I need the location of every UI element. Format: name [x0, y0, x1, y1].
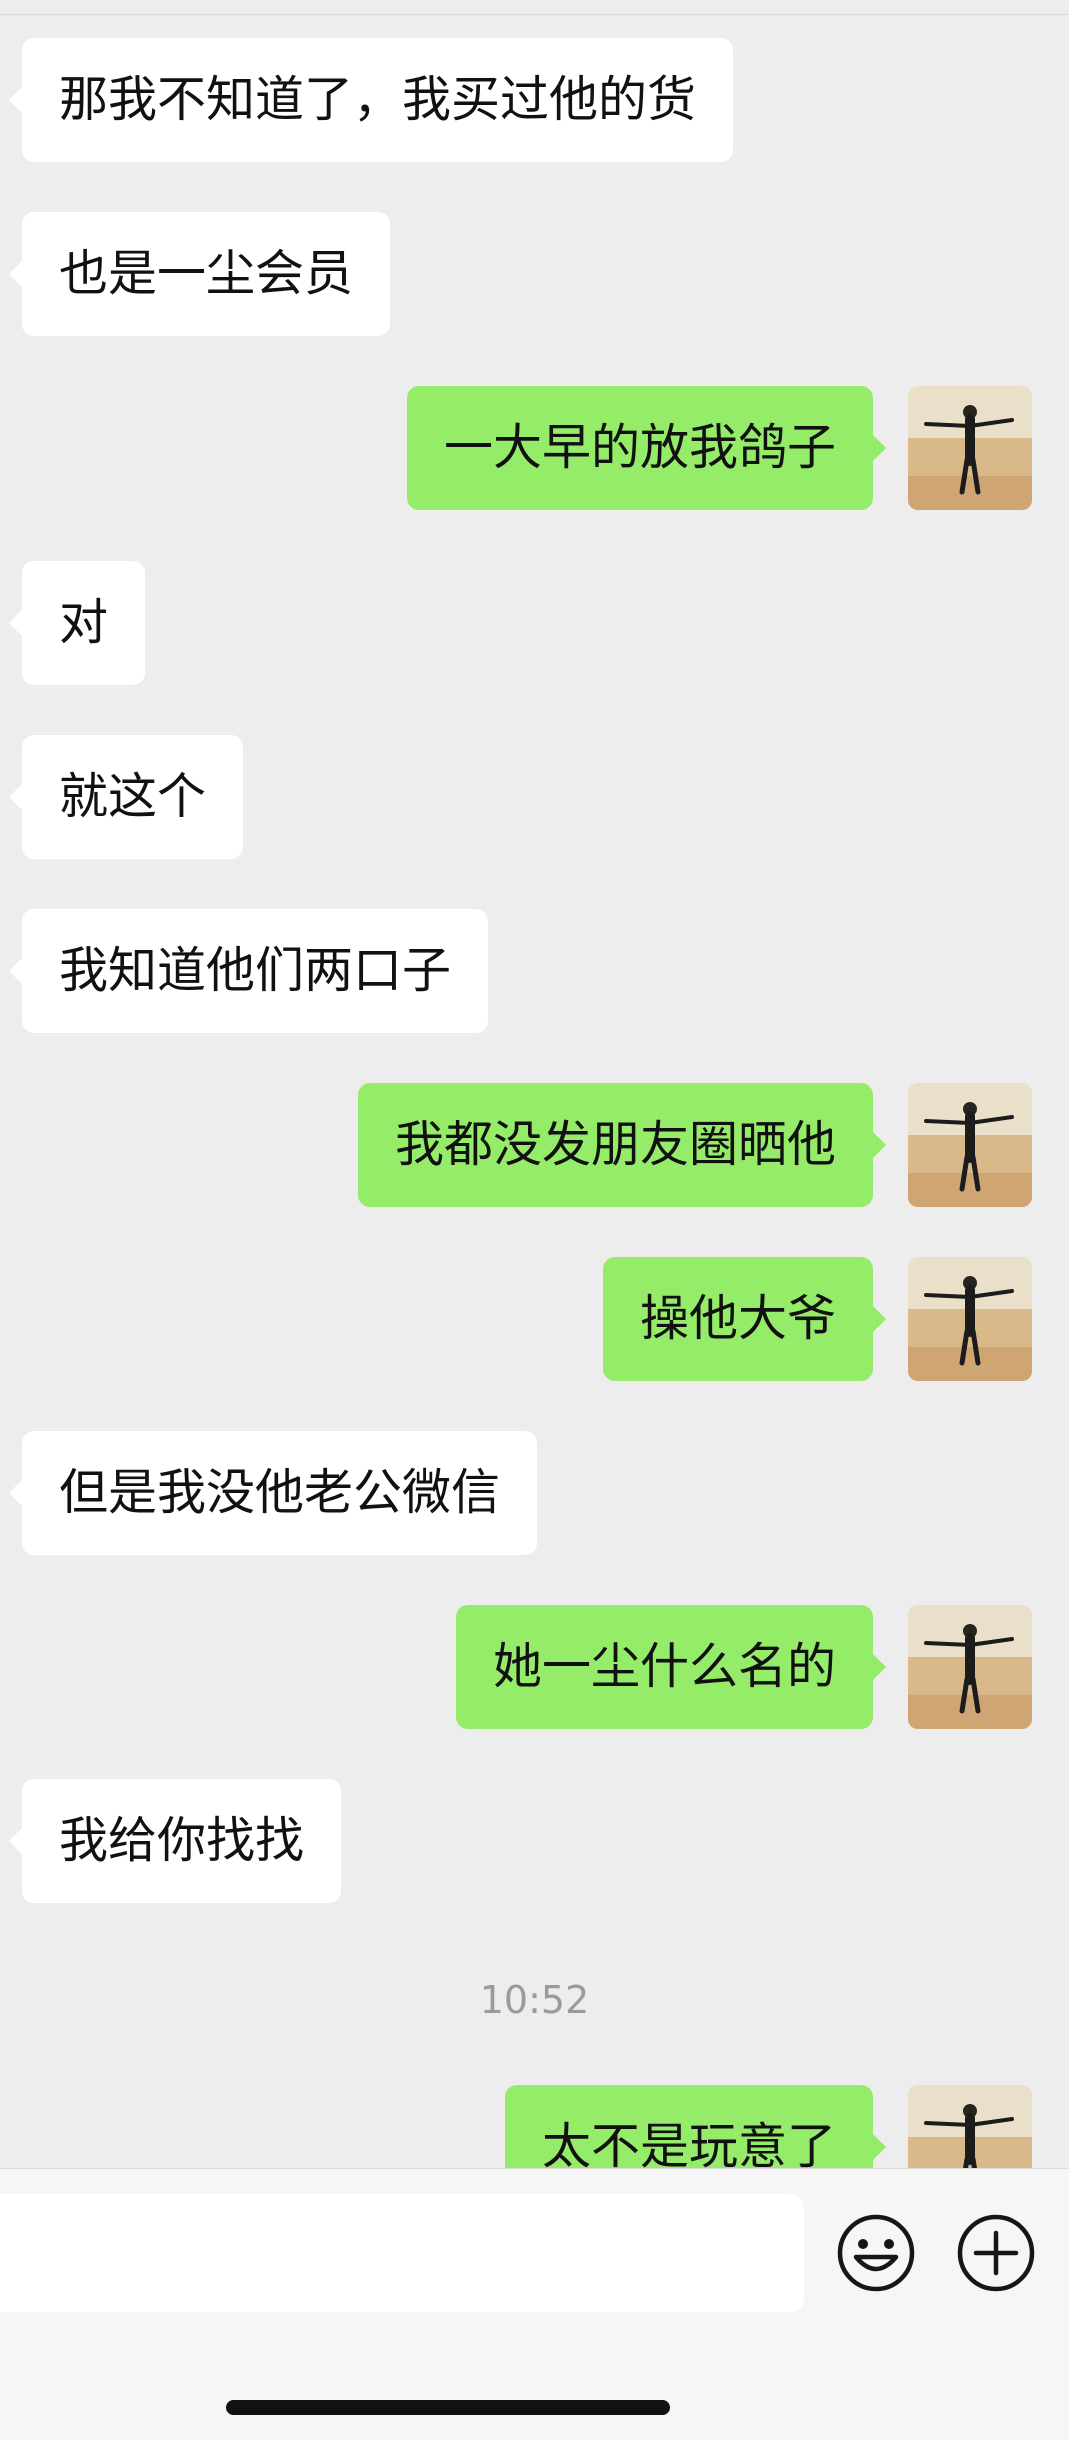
message-input[interactable] [0, 2194, 804, 2312]
avatar[interactable] [908, 1257, 1032, 1381]
message-bubble[interactable]: 操他大爷 [602, 1257, 887, 1381]
message-bubble[interactable]: 那我不知道了，我买过他的货 [8, 38, 734, 162]
message-row-outgoing: 操他大爷 [0, 1257, 1069, 1381]
message-bubble[interactable]: 她一尘什么名的 [455, 1605, 887, 1729]
message-row-incoming: 也是一尘会员 [0, 212, 1069, 336]
emoji-icon[interactable] [834, 2211, 918, 2295]
avatar[interactable] [908, 386, 1032, 510]
home-indicator[interactable] [226, 2400, 670, 2415]
message-row-incoming: 我给你找找 [0, 1779, 1069, 1903]
message-bubble[interactable]: 也是一尘会员 [8, 212, 391, 336]
message-bubble[interactable]: 我给你找找 [8, 1779, 342, 1903]
message-row-incoming: 但是我没他老公微信 [0, 1431, 1069, 1555]
message-row-outgoing: 一大早的放我鸽子 [0, 386, 1069, 510]
message-row-outgoing: 她一尘什么名的 [0, 1605, 1069, 1729]
timestamp: 10:52 [479, 1978, 590, 2022]
message-row-outgoing: 太不是玩意了 [0, 2085, 1069, 2168]
message-bubble[interactable]: 对 [8, 561, 146, 685]
message-bubble[interactable]: 一大早的放我鸽子 [406, 386, 887, 510]
message-bubble[interactable]: 太不是玩意了 [504, 2085, 887, 2168]
message-row-incoming: 就这个 [0, 735, 1069, 859]
message-bubble[interactable]: 我知道他们两口子 [8, 909, 489, 1033]
message-row-incoming: 我知道他们两口子 [0, 909, 1069, 1033]
avatar[interactable] [908, 1083, 1032, 1207]
message-bubble[interactable]: 就这个 [8, 735, 244, 859]
avatar[interactable] [908, 1605, 1032, 1729]
message-row-outgoing: 我都没发朋友圈晒他 [0, 1083, 1069, 1207]
plus-icon[interactable] [954, 2211, 1038, 2295]
avatar[interactable] [908, 2085, 1032, 2168]
message-row-incoming: 对 [0, 561, 1069, 685]
chat-message-list[interactable]: 那我不知道了，我买过他的货 也是一尘会员 一大早的放我鸽子 对 就这个 我知道他… [0, 0, 1069, 2168]
message-row-incoming: 那我不知道了，我买过他的货 [0, 38, 1069, 162]
message-bubble[interactable]: 但是我没他老公微信 [8, 1431, 538, 1555]
message-bubble[interactable]: 我都没发朋友圈晒他 [357, 1083, 887, 1207]
